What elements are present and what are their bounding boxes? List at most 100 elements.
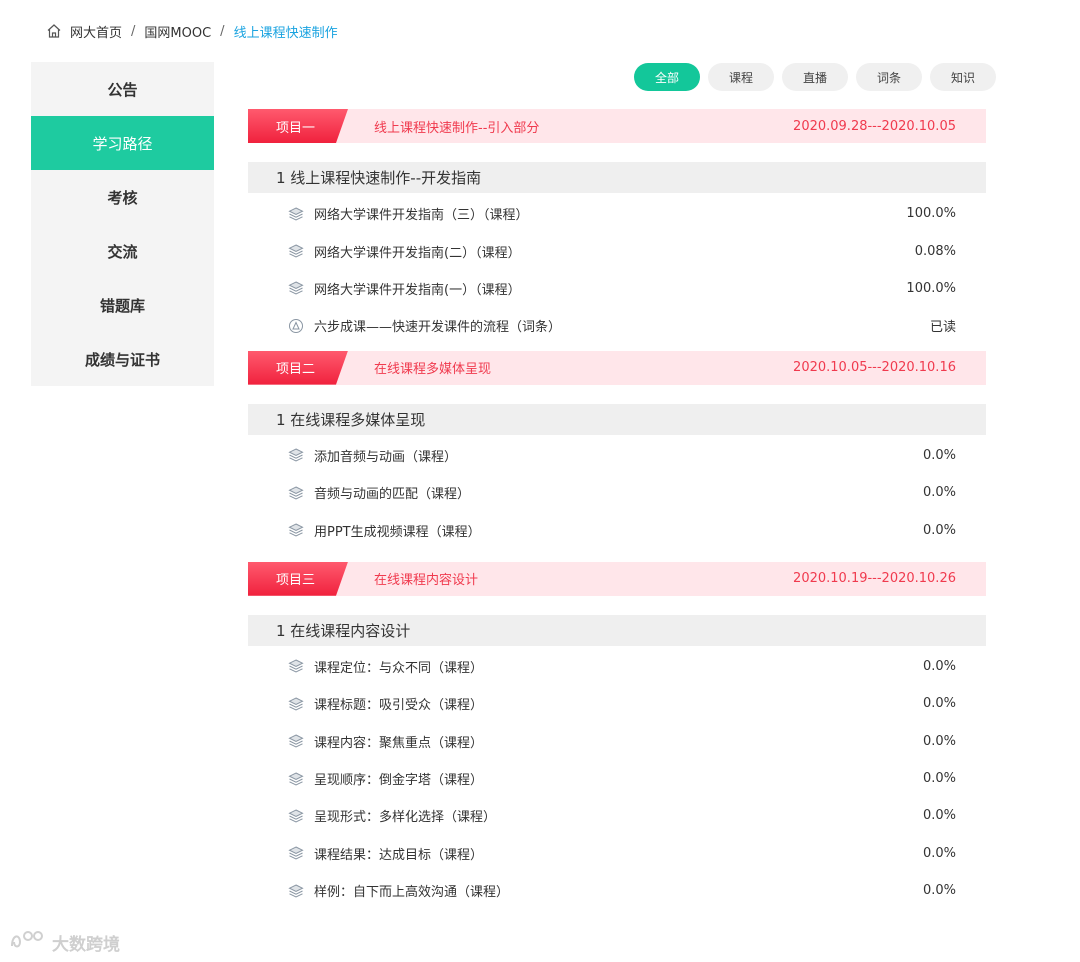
project-title: 在线课程多媒体呈现: [374, 362, 492, 378]
item-name: 样例：自下而上高效沟通（课程）: [314, 885, 510, 901]
breadcrumb-current: 线上课程快速制作: [233, 25, 338, 41]
list-item[interactable]: 网络大学课件开发指南(二）（课程） 0.08%: [248, 232, 986, 269]
item-name: 课程标题：吸引受众（课程）: [314, 698, 484, 714]
watermark-text: 大数跨境: [52, 935, 120, 955]
item-name: 六步成课——快速开发课件的流程（词条）: [314, 320, 562, 336]
project-block: 项目二 在线课程多媒体呈现 2020.10.05---2020.10.16 1 …: [248, 350, 986, 549]
layers-icon: [288, 771, 304, 787]
layers-icon: [288, 485, 304, 501]
layers-icon: [288, 522, 304, 538]
filter-tab-course[interactable]: 课程: [708, 63, 774, 91]
item-progress: 0.0%: [922, 696, 956, 712]
item-name: 网络大学课件开发指南(一）（课程）: [314, 282, 521, 298]
section-header: 1 在线课程多媒体呈现: [248, 403, 986, 435]
item-progress: 0.0%: [922, 883, 956, 899]
layers-icon: [288, 447, 304, 463]
item-progress: 0.0%: [922, 522, 956, 538]
item-progress: 0.0%: [922, 733, 956, 749]
project-tag: 项目一: [248, 109, 348, 143]
layers-icon: [288, 696, 304, 712]
item-progress: 0.08%: [914, 243, 956, 259]
breadcrumb-separator: /: [220, 23, 225, 39]
project-title: 线上课程快速制作--引入部分: [374, 120, 540, 136]
list-item[interactable]: 六步成课——快速开发课件的流程（词条） 已读: [248, 307, 986, 344]
list-item[interactable]: 课程结果：达成目标（课程） 0.0%: [248, 835, 986, 872]
sidebar-item-learning-path[interactable]: 学习路径: [31, 116, 214, 170]
project-date: 2020.10.05---2020.10.16: [793, 360, 956, 376]
item-name: 呈现顺序：倒金字塔（课程）: [314, 773, 484, 789]
item-progress: 0.0%: [922, 771, 956, 787]
project-banner: 项目一 线上课程快速制作--引入部分 2020.09.28---2020.10.…: [248, 109, 986, 143]
item-list: 网络大学课件开发指南（三）（课程） 100.0% 网络大学课件开发指南(二）（课…: [248, 193, 986, 345]
project-tag: 项目三: [248, 561, 348, 596]
item-name: 用PPT生成视频课程（课程）: [314, 524, 481, 540]
layers-icon: [288, 206, 304, 222]
item-name: 课程定位：与众不同（课程）: [314, 660, 484, 676]
item-progress: 100.0%: [906, 280, 956, 296]
section-header: 1 在线课程内容设计: [248, 614, 986, 646]
item-progress: 0.0%: [922, 658, 956, 674]
breadcrumb-level2[interactable]: 国网MOOC: [144, 22, 211, 41]
list-item[interactable]: 课程标题：吸引受众（课程） 0.0%: [248, 685, 986, 722]
sidebar-item-assessment[interactable]: 考核: [31, 170, 214, 224]
list-item[interactable]: 网络大学课件开发指南（三）（课程） 100.0%: [248, 195, 986, 232]
breadcrumb-home[interactable]: 网大首页: [70, 22, 122, 41]
project-title: 在线课程内容设计: [374, 573, 479, 589]
breadcrumb-separator: /: [131, 23, 136, 39]
item-name: 网络大学课件开发指南（三）（课程）: [314, 208, 529, 224]
layers-icon: [288, 658, 304, 674]
item-name: 音频与动画的匹配（课程）: [314, 487, 471, 503]
item-status: 已读: [929, 320, 956, 336]
project-block: 项目一 线上课程快速制作--引入部分 2020.09.28---2020.10.…: [248, 109, 986, 345]
item-list: 课程定位：与众不同（课程） 0.0% 课程标题：吸引受众（课程） 0.0% 课程…: [248, 646, 986, 910]
item-progress: 100.0%: [906, 206, 956, 222]
list-item[interactable]: 用PPT生成视频课程（课程） 0.0%: [248, 511, 986, 548]
section-header: 1 线上课程快速制作--开发指南: [248, 162, 986, 193]
list-item[interactable]: 音频与动画的匹配（课程） 0.0%: [248, 474, 986, 511]
filter-tabs: 全部 课程 直播 词条 知识: [634, 63, 996, 91]
sidebar-item-wrong-questions[interactable]: 错题库: [31, 278, 214, 332]
list-item[interactable]: 网络大学课件开发指南(一）（课程） 100.0%: [248, 270, 986, 307]
watermark-logo-icon: [8, 928, 48, 957]
list-item[interactable]: 呈现形式：多样化选择（课程） 0.0%: [248, 797, 986, 834]
item-name: 课程内容：聚焦重点（课程）: [314, 735, 484, 751]
item-progress: 0.0%: [922, 845, 956, 861]
sidebar: 公告 学习路径 考核 交流 错题库 成绩与证书: [31, 62, 214, 386]
item-progress: 0.0%: [922, 808, 956, 824]
layers-icon: [288, 883, 304, 899]
project-date: 2020.09.28---2020.10.05: [793, 118, 956, 134]
project-banner: 项目三 在线课程内容设计 2020.10.19---2020.10.26: [248, 561, 986, 596]
list-item[interactable]: 样例：自下而上高效沟通（课程） 0.0%: [248, 872, 986, 909]
project-date: 2020.10.19---2020.10.26: [793, 571, 956, 587]
item-name: 呈现形式：多样化选择（课程）: [314, 810, 497, 826]
sidebar-item-announcement[interactable]: 公告: [31, 62, 214, 116]
project-banner: 项目二 在线课程多媒体呈现 2020.10.05---2020.10.16: [248, 350, 986, 385]
list-item[interactable]: 课程定位：与众不同（课程） 0.0%: [248, 648, 986, 685]
entry-icon: [288, 318, 304, 334]
item-name: 课程结果：达成目标（课程）: [314, 847, 484, 863]
item-progress: 0.0%: [922, 447, 956, 463]
layers-icon: [288, 845, 304, 861]
home-icon[interactable]: [46, 23, 62, 39]
sidebar-item-discussion[interactable]: 交流: [31, 224, 214, 278]
project-tag: 项目二: [248, 350, 348, 385]
layers-icon: [288, 243, 304, 259]
list-item[interactable]: 添加音频与动画（课程） 0.0%: [248, 437, 986, 474]
sidebar-item-grades-certificates[interactable]: 成绩与证书: [31, 332, 214, 386]
item-name: 添加音频与动画（课程）: [314, 449, 458, 465]
list-item[interactable]: 课程内容：聚焦重点（课程） 0.0%: [248, 723, 986, 760]
learning-path-content: 项目一 线上课程快速制作--引入部分 2020.09.28---2020.10.…: [248, 109, 986, 909]
item-list: 添加音频与动画（课程） 0.0% 音频与动画的匹配（课程） 0.0% 用PPT生…: [248, 435, 986, 549]
filter-tab-all[interactable]: 全部: [634, 63, 700, 91]
layers-icon: [288, 280, 304, 296]
layers-icon: [288, 733, 304, 749]
list-item[interactable]: 呈现顺序：倒金字塔（课程） 0.0%: [248, 760, 986, 797]
filter-tab-live[interactable]: 直播: [782, 63, 848, 91]
project-block: 项目三 在线课程内容设计 2020.10.19---2020.10.26 1 在…: [248, 561, 986, 910]
filter-tab-knowledge[interactable]: 知识: [930, 63, 996, 91]
breadcrumb: 网大首页 / 国网MOOC / 线上课程快速制作: [46, 21, 338, 41]
layers-icon: [288, 808, 304, 824]
filter-tab-entry[interactable]: 词条: [856, 63, 922, 91]
watermark: 大数跨境: [8, 928, 120, 957]
item-progress: 0.0%: [922, 485, 956, 501]
